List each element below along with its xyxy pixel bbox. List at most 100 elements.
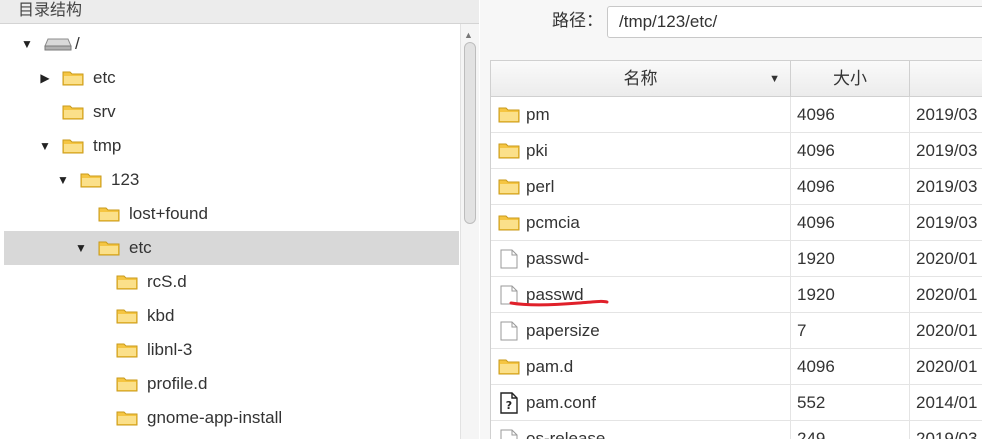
directory-tree-panel: 目录结构 ▼ / ▶ etc srv ▼ tmp ▼ 123 lost+foun… bbox=[0, 0, 479, 439]
folder-icon bbox=[62, 105, 84, 120]
path-label: 路径： bbox=[552, 11, 603, 30]
expand-arrow-icon[interactable]: ▼ bbox=[74, 231, 88, 265]
file-name-cell: passwd- bbox=[491, 241, 791, 277]
expand-arrow-icon[interactable]: ▼ bbox=[20, 27, 34, 61]
table-row[interactable]: pm 4096 2019/03 bbox=[491, 97, 982, 133]
file-size: 4096 bbox=[791, 205, 910, 241]
tree-node-etc[interactable]: ▶ etc bbox=[4, 61, 459, 95]
file-date: 2019/03 bbox=[916, 141, 978, 160]
column-header-name[interactable]: 名称 ▼ bbox=[491, 61, 791, 97]
file-date: 2020/01 bbox=[916, 285, 978, 304]
folder-icon bbox=[498, 215, 520, 231]
file-name-cell: os-release bbox=[491, 421, 791, 439]
table-row[interactable]: os-release 249 2019/03 bbox=[491, 421, 982, 439]
tree-node-123[interactable]: ▼ 123 bbox=[4, 163, 459, 197]
folder-icon bbox=[498, 179, 520, 195]
folder-icon bbox=[498, 107, 520, 123]
tree-scrollbar[interactable]: ▲ bbox=[460, 24, 479, 439]
expand-arrow-icon[interactable]: ▼ bbox=[56, 163, 70, 197]
file-date: 2019/03 bbox=[916, 177, 978, 196]
file-date: 2019/03 bbox=[916, 105, 978, 124]
folder-icon bbox=[116, 343, 138, 358]
tree-node-label: srv bbox=[93, 102, 116, 121]
file-size: 4096 bbox=[791, 133, 910, 169]
tree-panel-header: 目录结构 bbox=[0, 0, 479, 24]
tree-node-label: / bbox=[75, 34, 80, 53]
file-date: 2014/01 bbox=[916, 393, 978, 412]
file-table: 名称 ▼ 大小 pm 4096 2019/03 pki 4096 2019/03… bbox=[490, 60, 982, 439]
folder-icon bbox=[116, 309, 138, 324]
table-row[interactable]: papersize 7 2020/01 bbox=[491, 313, 982, 349]
tree-node-label: 123 bbox=[111, 170, 140, 189]
tree-node-libnl-3[interactable]: libnl-3 bbox=[4, 333, 459, 367]
file-name: pam.conf bbox=[526, 393, 596, 412]
file-size: 7 bbox=[791, 313, 910, 349]
file-size: 4096 bbox=[791, 349, 910, 385]
file-icon bbox=[500, 429, 518, 439]
folder-icon bbox=[498, 143, 520, 159]
directory-tree: ▼ / ▶ etc srv ▼ tmp ▼ 123 lost+found ▼ e… bbox=[0, 24, 460, 439]
file-date: 2020/01 bbox=[916, 321, 978, 340]
tree-node-label: profile.d bbox=[147, 374, 208, 393]
red-underline-annotation bbox=[509, 299, 609, 307]
table-row[interactable]: pcmcia 4096 2019/03 bbox=[491, 205, 982, 241]
table-row[interactable]: pki 4096 2019/03 bbox=[491, 133, 982, 169]
tree-node-etc-selected[interactable]: ▼ etc bbox=[4, 231, 459, 265]
file-date: 2020/01 bbox=[916, 249, 978, 268]
sort-desc-icon[interactable]: ▼ bbox=[769, 61, 780, 97]
tree-node-kbd[interactable]: kbd bbox=[4, 299, 459, 333]
column-header-date[interactable] bbox=[910, 61, 982, 97]
file-size: 1920 bbox=[791, 241, 910, 277]
table-row[interactable]: perl 4096 2019/03 bbox=[491, 169, 982, 205]
column-header-size[interactable]: 大小 bbox=[791, 61, 910, 97]
table-row[interactable]: ? pam.conf 552 2014/01 bbox=[491, 385, 982, 421]
file-icon bbox=[500, 249, 518, 269]
column-header-label: 名称 bbox=[623, 69, 658, 88]
folder-icon bbox=[116, 411, 138, 426]
folder-icon bbox=[498, 359, 520, 375]
tree-node-srv[interactable]: srv bbox=[4, 95, 459, 129]
folder-icon bbox=[62, 139, 84, 154]
scroll-up-arrow-icon[interactable]: ▲ bbox=[464, 30, 473, 40]
drive-icon bbox=[44, 38, 72, 51]
file-name: pam.d bbox=[526, 357, 574, 376]
folder-icon bbox=[62, 71, 84, 86]
svg-text:?: ? bbox=[506, 399, 512, 412]
file-size: 1920 bbox=[791, 277, 910, 313]
file-name-cell: ? pam.conf bbox=[491, 385, 791, 421]
file-name: pcmcia bbox=[526, 213, 580, 232]
tree-node-rcs-d[interactable]: rcS.d bbox=[4, 265, 459, 299]
table-header: 名称 ▼ 大小 bbox=[491, 61, 982, 97]
tree-node-root[interactable]: ▼ / bbox=[4, 27, 459, 61]
file-name: pki bbox=[526, 141, 548, 160]
tree-node-tmp[interactable]: ▼ tmp bbox=[4, 129, 459, 163]
file-size: 4096 bbox=[791, 97, 910, 133]
table-row[interactable]: pam.d 4096 2020/01 bbox=[491, 349, 982, 385]
expand-arrow-icon[interactable]: ▶ bbox=[38, 61, 52, 95]
file-name: os-release bbox=[526, 429, 606, 439]
table-row[interactable]: passwd- 1920 2020/01 bbox=[491, 241, 982, 277]
tree-node-label: rcS.d bbox=[147, 272, 187, 291]
tree-node-label: etc bbox=[93, 68, 116, 87]
file-name: papersize bbox=[526, 321, 600, 340]
tree-node-label: etc bbox=[129, 238, 152, 257]
file-name-cell: pki bbox=[491, 133, 791, 169]
tree-node-label: kbd bbox=[147, 306, 175, 325]
path-input[interactable] bbox=[607, 6, 982, 38]
expand-arrow-icon[interactable]: ▼ bbox=[38, 129, 52, 163]
tree-node-label: gnome-app-install bbox=[147, 408, 283, 427]
file-name: perl bbox=[526, 177, 555, 196]
tree-scrollbar-thumb[interactable] bbox=[464, 42, 476, 224]
tree-node-label: tmp bbox=[93, 136, 122, 155]
folder-icon bbox=[98, 241, 120, 256]
folder-icon bbox=[116, 377, 138, 392]
file-name-cell: papersize bbox=[491, 313, 791, 349]
tree-node-profile-d[interactable]: profile.d bbox=[4, 367, 459, 401]
folder-icon bbox=[80, 173, 102, 188]
tree-node-gnome-app-install[interactable]: gnome-app-install bbox=[4, 401, 459, 435]
tree-node-label: libnl-3 bbox=[147, 340, 193, 359]
tree-node-lost-found[interactable]: lost+found bbox=[4, 197, 459, 231]
file-name-cell: pcmcia bbox=[491, 205, 791, 241]
file-date: 2020/01 bbox=[916, 357, 978, 376]
column-header-label: 大小 bbox=[833, 69, 867, 88]
